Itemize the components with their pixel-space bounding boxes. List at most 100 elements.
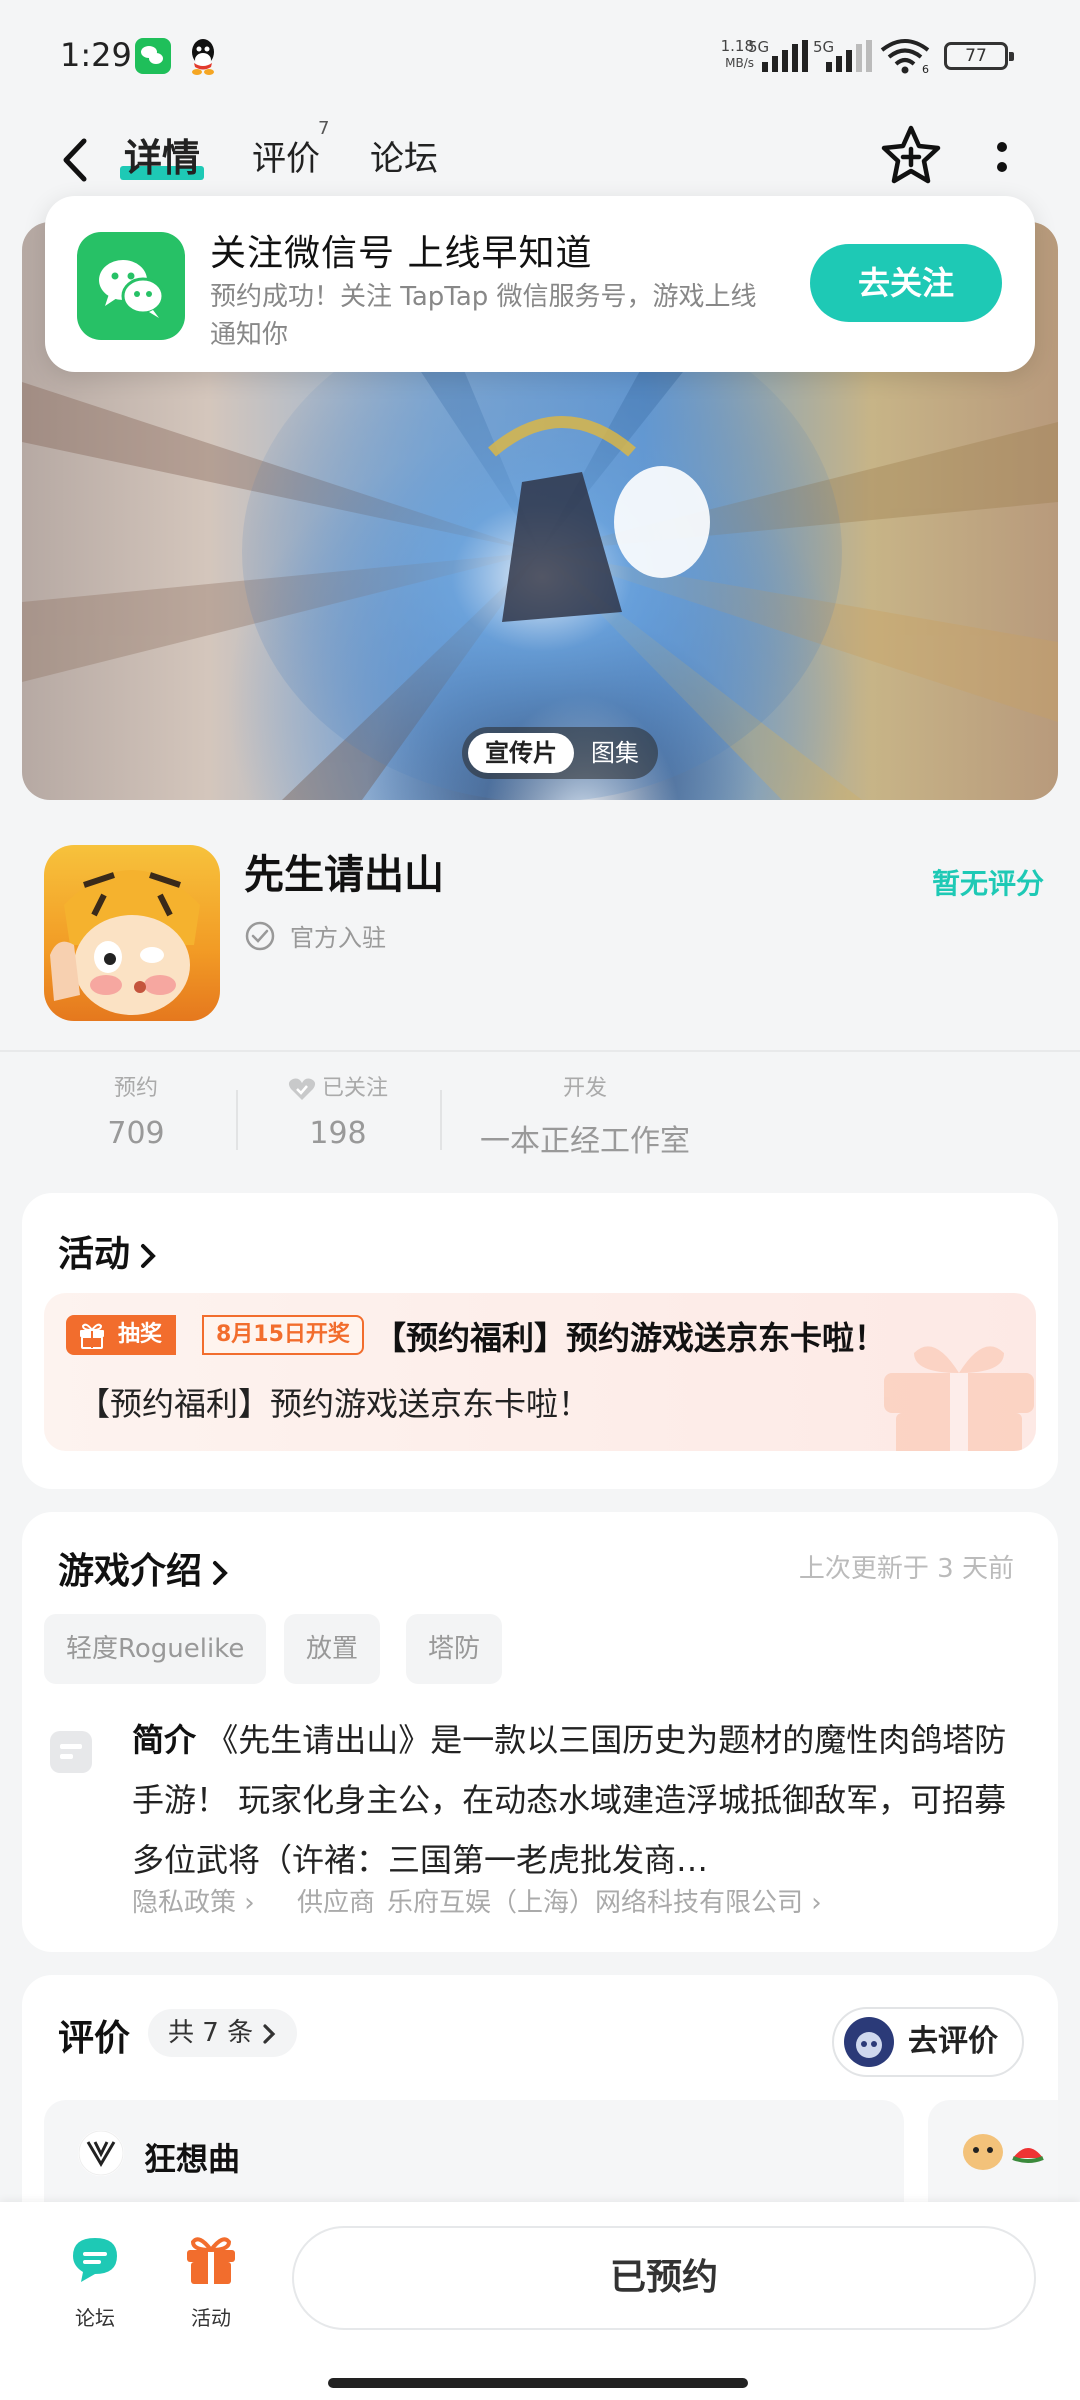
lottery-tag: 抽奖 <box>66 1315 177 1355</box>
stat-followers[interactable]: 已关注 198 <box>276 1070 400 1151</box>
forum-label: 论坛 <box>75 2306 115 2330</box>
wifi-sub-label: 6 <box>922 63 929 74</box>
stat-followers-value: 198 <box>309 1116 367 1151</box>
official-badge: 官方入驻 <box>244 918 386 953</box>
activity-title: 【预约福利】预约游戏送京东卡啦！ <box>374 1319 887 1357</box>
genre-tag-roguelike[interactable]: 轻度Roguelike <box>44 1614 267 1684</box>
chevron-right-icon <box>213 1561 228 1585</box>
reviews-count-pill[interactable]: 共 7 条 <box>148 2009 298 2057</box>
summary-icon <box>50 1731 92 1773</box>
stat-divider <box>236 1090 238 1150</box>
activities-card: 活动 抽奖 8月15日开奖 【预约福利】预约游戏送京东卡啦！ 【预约福利】预约游… <box>22 1193 1058 1489</box>
stat-followers-label-row: 已关注 <box>276 1070 400 1102</box>
wechat-notification-icon <box>135 38 171 74</box>
stat-reservations: 预约 709 <box>96 1070 176 1151</box>
game-summary[interactable]: 简介 《先生请出山》是一款以三国历史为题材的魔性肉鸽塔防手游！ 玩家化身主公，在… <box>132 1710 1022 1890</box>
write-review-button[interactable]: 去评价 <box>832 2007 1024 2077</box>
status-time: 1:29 <box>60 36 132 74</box>
chevron-right-icon <box>141 1244 156 1268</box>
game-icon <box>44 845 220 1021</box>
supplier-link[interactable]: 供应商 乐府互娱（上海）网络科技有限公司 › <box>297 1888 822 1918</box>
stat-developer-value: 一本正经工作室 <box>480 1124 690 1159</box>
privacy-policy-link[interactable]: 隐私政策 › <box>132 1888 255 1918</box>
reviewer-avatar <box>963 2134 1044 2170</box>
add-favorite-star-icon[interactable] <box>878 123 944 189</box>
official-label: 官方入驻 <box>290 924 386 952</box>
activities-title: 活动 <box>58 1234 131 1275</box>
activity-button[interactable]: 活动 <box>166 2232 256 2331</box>
tab-details[interactable]: 详情 <box>119 127 205 182</box>
summary-label: 简介 <box>132 1721 197 1759</box>
last-updated: 上次更新于 3 天前 <box>798 1554 1014 1584</box>
gift-watermark-icon <box>884 1346 1034 1451</box>
reviews-count-badge: 7 <box>318 118 330 139</box>
game-intro-card: 游戏介绍 上次更新于 3 天前 轻度Roguelike 放置 塔防 简介 《先生… <box>22 1512 1058 1952</box>
toggle-video[interactable]: 宣传片 <box>468 733 574 773</box>
signal-icon <box>762 40 808 72</box>
top-nav: 详情 评价 7 论坛 <box>0 115 1080 205</box>
gift-icon <box>187 2237 235 2284</box>
stat-reservations-value: 709 <box>107 1116 165 1151</box>
privacy-policy-label: 隐私政策 <box>132 1888 237 1918</box>
go-follow-button[interactable]: 去关注 <box>810 244 1002 322</box>
heart-check-icon <box>288 1078 316 1100</box>
reserved-button[interactable]: 已预约 <box>292 2226 1036 2330</box>
lottery-tag-label: 抽奖 <box>118 1322 163 1347</box>
stat-reservations-label: 预约 <box>113 1076 158 1101</box>
more-options-icon[interactable] <box>995 137 1009 181</box>
wifi-icon: 6 <box>880 39 930 74</box>
follow-wechat-popup: 关注微信号 上线早知道 预约成功！关注 TapTap 微信服务号，游戏上线通知你… <box>45 196 1035 372</box>
game-intro-title: 游戏介绍 <box>58 1551 203 1592</box>
forum-button[interactable]: 论坛 <box>50 2232 140 2331</box>
supplier-label: 供应商 <box>296 1888 375 1918</box>
follow-title: 关注微信号 上线早知道 <box>210 233 593 274</box>
signal-icon-2 <box>826 40 872 72</box>
activity-label: 活动 <box>191 2306 231 2330</box>
reviews-count: 共 7 条 <box>168 2018 254 2048</box>
stat-developer-label: 开发 <box>562 1076 607 1101</box>
section-divider <box>0 1050 1080 1052</box>
stat-followers-label: 已关注 <box>321 1076 388 1101</box>
avatar-glyph <box>845 2018 893 2066</box>
reviewer-name: 狂想曲 <box>144 2140 241 2178</box>
battery-indicator: 77 <box>944 42 1014 70</box>
bottom-action-bar: 论坛 活动 已预约 <box>0 2202 1080 2400</box>
game-icon-artwork <box>50 870 200 1015</box>
draw-date-tag: 8月15日开奖 <box>202 1315 364 1355</box>
supplier-name: 乐府互娱（上海）网络科技有限公司 <box>386 1888 803 1918</box>
back-icon[interactable] <box>56 135 96 185</box>
media-toggle: 宣传片 图集 <box>462 727 658 779</box>
genre-tag-idle[interactable]: 放置 <box>284 1614 381 1684</box>
tab-reviews[interactable]: 评价 <box>252 131 320 180</box>
chevron-right-icon <box>263 2023 276 2044</box>
game-intro-header[interactable]: 游戏介绍 <box>58 1542 230 1594</box>
wechat-logo-glyph <box>99 260 165 318</box>
rating-status: 暂无评分 <box>932 867 1045 900</box>
summary-text: 《先生请出山》是一款以三国历史为题材的魔性肉鸽塔防手游！ 玩家化身主公，在动态水… <box>132 1721 1007 1879</box>
stat-developer[interactable]: 开发 一本正经工作室 <box>460 1070 710 1160</box>
follow-description: 预约成功！关注 TapTap 微信服务号，游戏上线通知你 <box>210 282 757 350</box>
tab-forum[interactable]: 论坛 <box>370 131 438 180</box>
write-review-label: 去评价 <box>908 2024 998 2059</box>
network-speed-value: 1.18 <box>720 37 754 55</box>
genre-tag-tower-defense[interactable]: 塔防 <box>406 1614 503 1684</box>
qq-notification-icon <box>192 39 214 75</box>
activity-item[interactable]: 抽奖 8月15日开奖 【预约福利】预约游戏送京东卡啦！ 【预约福利】预约游戏送京… <box>44 1293 1036 1451</box>
verified-check-icon <box>245 921 275 950</box>
gift-icon <box>80 1323 104 1349</box>
network-speed: 1.18 MB/s <box>706 38 754 72</box>
user-avatar <box>844 2017 894 2067</box>
wechat-icon <box>77 232 185 340</box>
activity-description: 【预约福利】预约游戏送京东卡啦！ <box>78 1385 591 1423</box>
activities-header[interactable]: 活动 <box>58 1225 158 1277</box>
status-bar: 1:29 1.18 MB/s 5G 5G 6 77 <box>0 0 1080 115</box>
network-speed-unit: MB/s <box>725 56 754 70</box>
game-title: 先生请出山 <box>244 852 444 898</box>
stat-divider-2 <box>440 1090 442 1150</box>
reviewer-avatar-glyph <box>78 2130 124 2176</box>
intro-links: 隐私政策 › 供应商 乐府互娱（上海）网络科技有限公司 › <box>132 1882 856 1919</box>
home-indicator[interactable] <box>328 2378 748 2388</box>
reviews-title: 评价 <box>58 2018 131 2059</box>
toggle-gallery[interactable]: 图集 <box>580 733 650 773</box>
reviewer-avatar <box>78 2130 124 2176</box>
